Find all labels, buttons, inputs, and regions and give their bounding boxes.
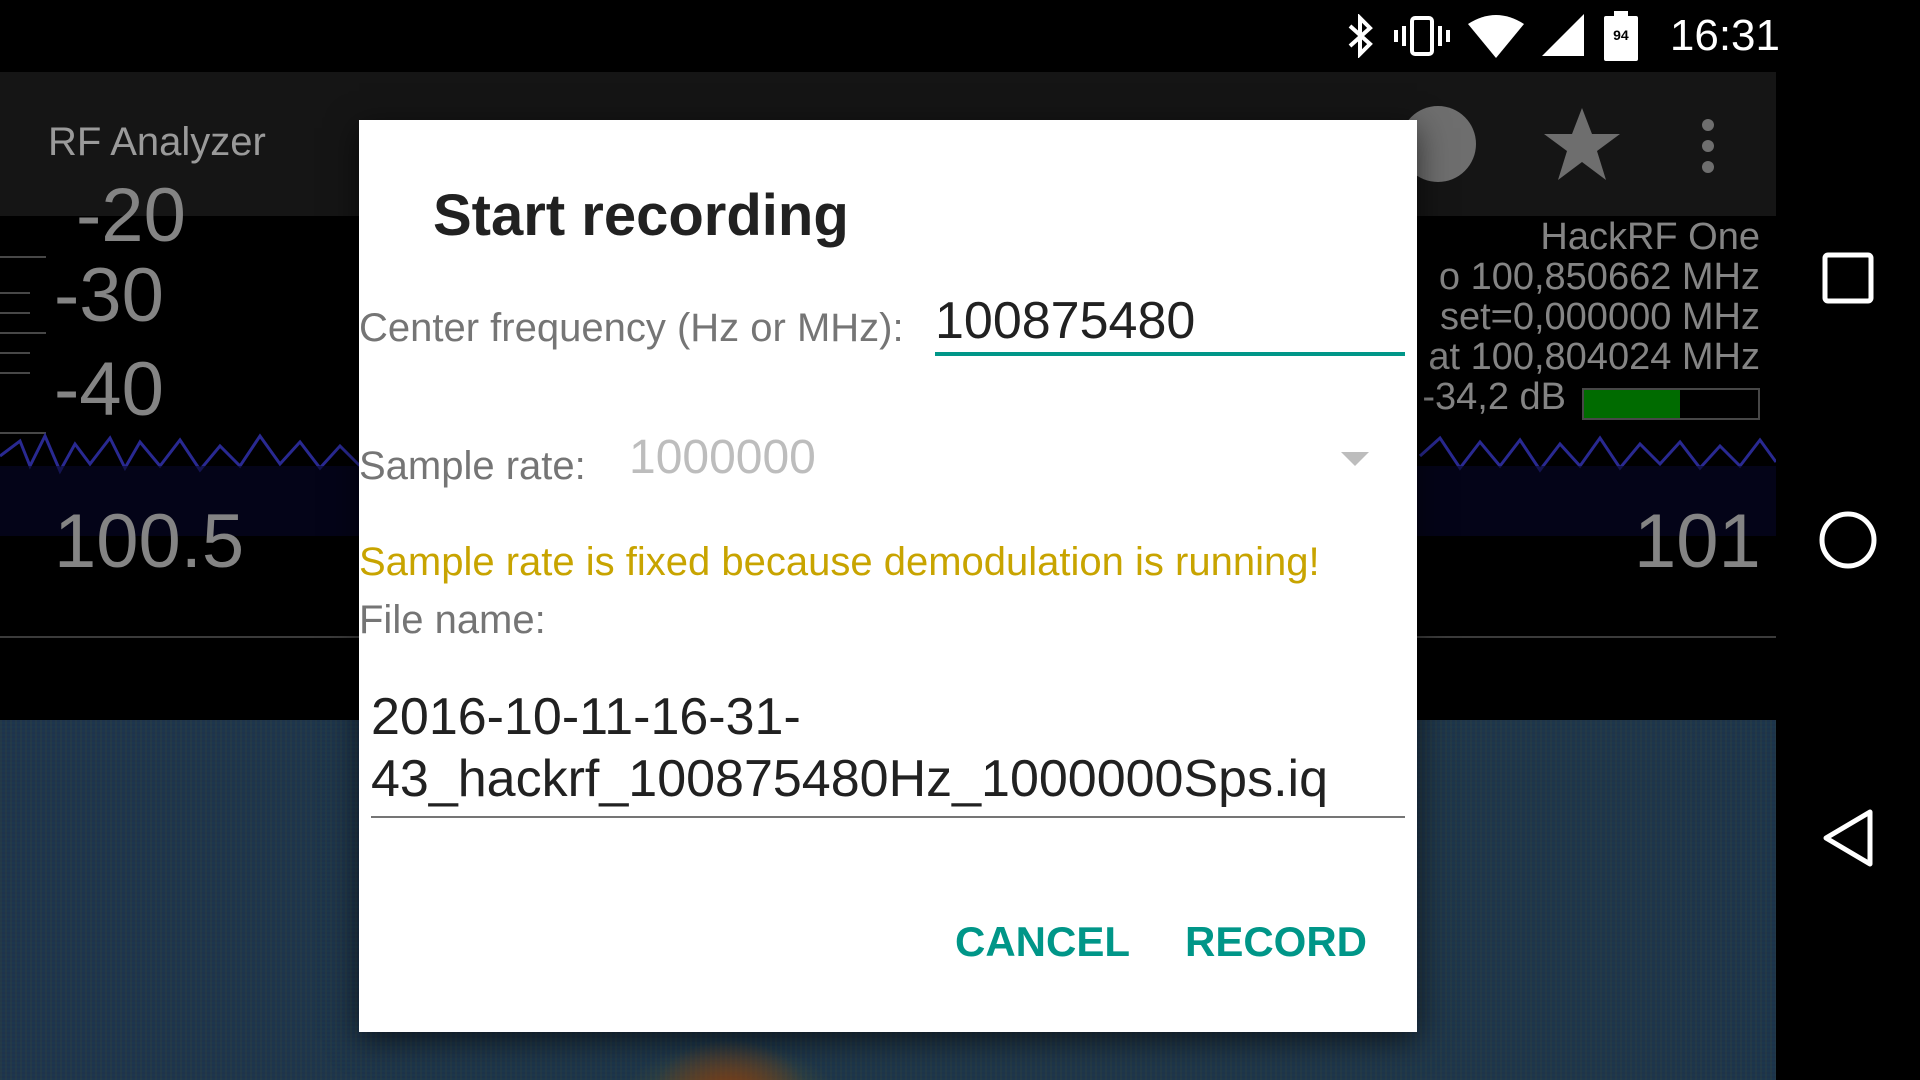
home-button[interactable]	[1810, 504, 1886, 580]
home-icon	[1818, 510, 1878, 575]
center-frequency-label: Center frequency (Hz or MHz):	[359, 306, 904, 350]
back-button[interactable]	[1810, 802, 1886, 878]
center-frequency-input[interactable]	[935, 290, 1405, 356]
record-button[interactable]: RECORD	[1185, 918, 1367, 966]
nav-bar	[1776, 72, 1920, 1080]
wifi-icon	[1467, 14, 1524, 58]
start-recording-dialog: Start recording Center frequency (Hz or …	[359, 120, 1417, 1032]
status-icons: 94 16:31	[1346, 0, 1780, 72]
recents-button[interactable]	[1810, 242, 1886, 318]
file-name-input[interactable]: 2016-10-11-16-31-43_hackrf_100875480Hz_1…	[371, 686, 1405, 818]
cell-signal-icon	[1541, 14, 1586, 58]
dropdown-arrow-icon	[1341, 452, 1369, 466]
sample-rate-warning: Sample rate is fixed because demodulatio…	[359, 540, 1320, 584]
recents-icon	[1822, 252, 1874, 309]
sample-rate-value: 1000000	[629, 431, 816, 484]
clock: 16:31	[1669, 11, 1780, 60]
dialog-title: Start recording	[433, 183, 849, 248]
vibrate-icon	[1393, 14, 1450, 58]
sample-rate-spinner[interactable]: 1000000	[629, 430, 1369, 490]
bluetooth-icon	[1346, 14, 1376, 58]
sample-rate-label: Sample rate:	[359, 444, 586, 488]
file-name-label: File name:	[359, 598, 546, 642]
status-bar: 94 16:31	[0, 0, 1920, 72]
back-icon	[1820, 808, 1876, 873]
cancel-button[interactable]: CANCEL	[955, 918, 1130, 966]
battery-level: 94	[1613, 27, 1629, 43]
battery-icon: 94	[1603, 11, 1638, 61]
